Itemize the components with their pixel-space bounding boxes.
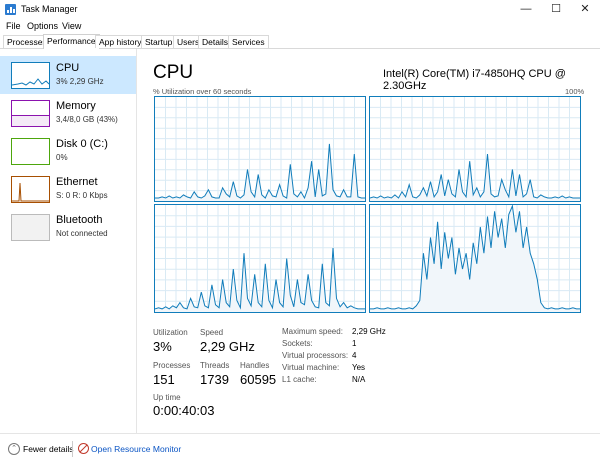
fewer-details-link[interactable]: Fewer details: [23, 444, 74, 454]
utilization-axis-label: % Utilization over 60 seconds: [153, 87, 252, 96]
spec-label: L1 cache:: [282, 375, 317, 384]
uptime-label: Up time: [153, 393, 181, 402]
minimize-button[interactable]: —: [511, 0, 541, 19]
tab-startup[interactable]: Startup: [141, 35, 177, 48]
ethernet-thumbnail: [11, 176, 50, 203]
tab-services[interactable]: Services: [228, 35, 269, 48]
sidebar-item-ethernet[interactable]: Ethernet S: 0 R: 0 Kbps: [0, 170, 136, 208]
uptime-value: 0:00:40:03: [153, 403, 215, 418]
utilization-label: Utilization: [153, 328, 188, 337]
sidebar-item-cpu[interactable]: CPU 3% 2,29 GHz: [0, 56, 136, 94]
core-graph-0-svg: [155, 97, 365, 201]
cpu-thumbnail: [11, 62, 50, 89]
disk-thumbnail: [11, 138, 50, 165]
title-bar: Task Manager — ☐ ✕: [0, 0, 600, 19]
core-graph-1: [369, 96, 581, 202]
page-title: CPU: [153, 62, 194, 83]
maximize-button[interactable]: ☐: [541, 0, 571, 19]
sidebar-item-sub: S: 0 R: 0 Kbps: [56, 191, 108, 200]
handles-value: 60595: [240, 372, 277, 387]
sidebar-item-label: Memory: [56, 100, 96, 112]
sidebar-item-label: Bluetooth: [56, 214, 103, 226]
memory-thumbnail: [11, 100, 50, 127]
spec-value: 1: [352, 339, 357, 348]
sidebar-item-sub: 0%: [56, 153, 68, 162]
window-title: Task Manager: [21, 4, 78, 14]
sidebar-item-memory[interactable]: Memory 3,4/8,0 GB (43%): [0, 94, 136, 132]
spec-value: N/A: [352, 375, 366, 384]
spec-value: Yes: [352, 363, 366, 372]
sidebar-item-label: Disk 0 (C:): [56, 138, 108, 150]
menu-file[interactable]: File: [6, 21, 21, 31]
menu-options[interactable]: Options: [27, 21, 58, 31]
tab-strip: Processes Performance App history Startu…: [0, 34, 600, 49]
sidebar-item-sub: 3% 2,29 GHz: [56, 77, 104, 86]
spec-label: Virtual machine:: [282, 363, 340, 372]
core-graph-3: [369, 204, 581, 313]
task-manager-icon: [5, 4, 16, 15]
tab-app-history[interactable]: App history: [95, 35, 146, 48]
speed-label: Speed: [200, 328, 224, 337]
bluetooth-thumbnail: [11, 214, 50, 241]
threads-value: 1739: [200, 372, 229, 387]
tab-details[interactable]: Details: [198, 35, 232, 48]
processes-label: Processes: [153, 361, 191, 370]
resource-sidebar: CPU 3% 2,29 GHz Memory 3,4/8,0 GB (43%) …: [0, 49, 137, 433]
footer-bar: ⌃ Fewer details Open Resource Monitor: [0, 433, 600, 465]
core-graph-3-svg: [370, 205, 580, 312]
close-button[interactable]: ✕: [570, 0, 600, 19]
open-resource-monitor-link[interactable]: Open Resource Monitor: [91, 444, 181, 454]
footer-divider: [72, 441, 73, 457]
resource-monitor-icon[interactable]: [78, 443, 89, 454]
sidebar-item-bluetooth[interactable]: Bluetooth Not connected: [0, 208, 136, 246]
spec-label: Sockets:: [282, 339, 313, 348]
core-graph-2-svg: [155, 205, 365, 312]
spec-value: 2,29 GHz: [352, 327, 386, 336]
core-graph-1-svg: [370, 97, 580, 201]
sidebar-item-label: Ethernet: [56, 176, 98, 188]
sidebar-item-label: CPU: [56, 62, 80, 74]
spec-label: Maximum speed:: [282, 327, 343, 336]
processes-value: 151: [153, 372, 175, 387]
chevron-up-icon[interactable]: ⌃: [8, 443, 20, 455]
utilization-value: 3%: [153, 339, 172, 354]
menu-bar: File Options View: [0, 19, 600, 34]
tab-performance[interactable]: Performance: [43, 34, 100, 49]
menu-view[interactable]: View: [62, 21, 81, 31]
core-graph-2: [154, 204, 366, 313]
spec-label: Virtual processors:: [282, 351, 349, 360]
spec-value: 4: [352, 351, 357, 360]
speed-value: 2,29 GHz: [200, 339, 255, 354]
sidebar-item-sub: Not connected: [56, 229, 108, 238]
core-graph-0: [154, 96, 366, 202]
sidebar-item-disk[interactable]: Disk 0 (C:) 0%: [0, 132, 136, 170]
threads-label: Threads: [200, 361, 230, 370]
utilization-max-label: 100%: [565, 87, 585, 96]
handles-label: Handles: [240, 361, 270, 370]
sidebar-item-sub: 3,4/8,0 GB (43%): [56, 115, 118, 124]
